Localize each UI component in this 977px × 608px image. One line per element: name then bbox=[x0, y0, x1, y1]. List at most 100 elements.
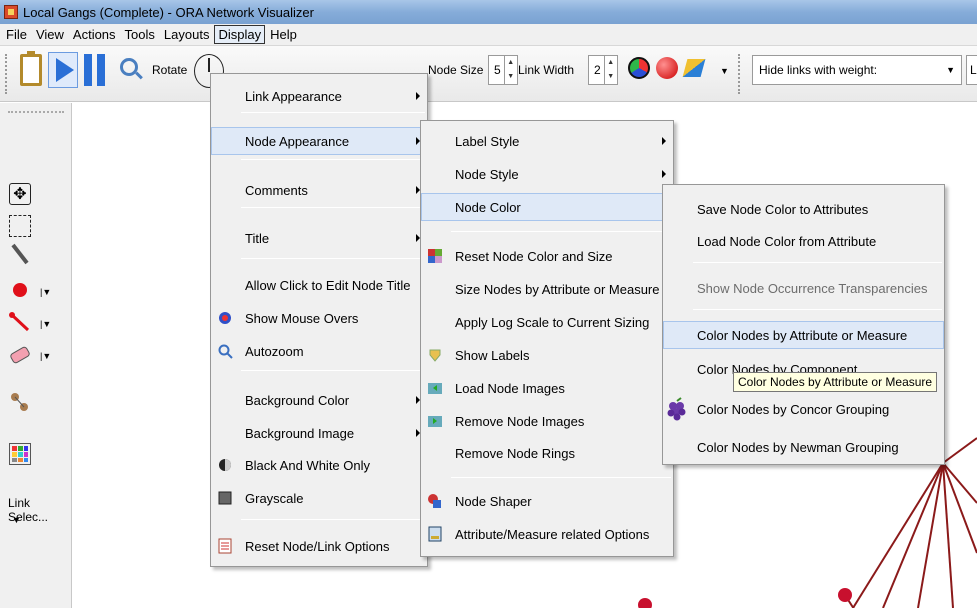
node-size-stepper[interactable]: 5 ▲ ▼ bbox=[488, 55, 518, 85]
tool-palette: ✥ |▼ |▼ |▼ Link Selec... ▼ bbox=[0, 103, 72, 608]
menu-item-label: Color Nodes by Concor Grouping bbox=[697, 401, 890, 417]
pause-icon[interactable] bbox=[84, 54, 108, 86]
chevron-down-icon[interactable]: ▼ bbox=[12, 515, 21, 525]
play-icon[interactable] bbox=[48, 52, 78, 88]
menu-item-node-appearance[interactable]: Node Appearance bbox=[211, 127, 427, 155]
palette-grip[interactable] bbox=[8, 111, 64, 113]
menu-item-label: Label Style bbox=[455, 133, 520, 149]
menu-item-load-node-color[interactable]: Load Node Color from Attribute bbox=[663, 227, 944, 255]
menu-item-size-nodes[interactable]: Size Nodes by Attribute or Measure bbox=[421, 275, 673, 303]
menu-item-label: Node Style bbox=[455, 166, 519, 182]
menu-item-label: Color Nodes by Newman Grouping bbox=[697, 439, 899, 455]
move-icon[interactable]: ✥ bbox=[9, 183, 31, 205]
menu-item-show-transparencies: Show Node Occurrence Transparencies bbox=[663, 274, 944, 302]
extra-combo[interactable]: L bbox=[966, 55, 977, 85]
menu-item-label: Link Appearance bbox=[245, 88, 342, 104]
menu-item-show-mouse-overs[interactable]: Show Mouse Overs bbox=[211, 304, 427, 332]
menu-item-label: Remove Node Images bbox=[455, 413, 585, 429]
color-wheel-icon[interactable] bbox=[628, 57, 650, 79]
node-shaper-icon bbox=[428, 494, 441, 508]
menu-item-autozoom[interactable]: Autozoom bbox=[211, 337, 427, 365]
menu-item-remove-images[interactable]: Remove Node Images bbox=[421, 407, 673, 435]
link-width-value: 2 bbox=[594, 63, 601, 77]
toolbar: Rotate Node Size 5 ▲ ▼ Link Width 2 ▲ ▼ ▼ … bbox=[0, 46, 977, 102]
menu-item-label: Comments bbox=[245, 182, 308, 198]
attribute-options-icon bbox=[428, 526, 442, 542]
graph-link bbox=[942, 437, 977, 464]
menu-item-log-scale[interactable]: Apply Log Scale to Current Sizing bbox=[421, 308, 673, 336]
menu-display[interactable]: Display bbox=[214, 25, 266, 44]
menu-help[interactable]: Help bbox=[266, 25, 301, 44]
menu-item-label: Title bbox=[245, 230, 270, 246]
menu-item-color-by-attribute[interactable]: Color Nodes by Attribute or Measure bbox=[663, 321, 944, 349]
hide-links-combo[interactable]: Hide links with weight: ▼ bbox=[752, 55, 962, 85]
chevron-down-icon[interactable]: |▼ bbox=[40, 287, 51, 297]
remove-images-icon bbox=[428, 416, 442, 427]
node-size-value: 5 bbox=[494, 63, 501, 77]
marquee-select-icon[interactable] bbox=[9, 215, 31, 237]
stepper-up-icon[interactable]: ▲ bbox=[605, 56, 617, 70]
menu-actions[interactable]: Actions bbox=[69, 25, 120, 44]
stepper-up-icon[interactable]: ▲ bbox=[505, 56, 517, 70]
autozoom-icon bbox=[218, 344, 233, 359]
menu-layouts[interactable]: Layouts bbox=[160, 25, 214, 44]
menu-item-save-node-color[interactable]: Save Node Color to Attributes bbox=[663, 195, 944, 223]
menu-item-color-by-concor[interactable]: Color Nodes by Concor Grouping bbox=[663, 395, 944, 423]
menu-item-link-appearance[interactable]: Link Appearance bbox=[211, 82, 427, 110]
node-color-icon[interactable] bbox=[656, 57, 678, 79]
menu-item-reset-node-color[interactable]: Reset Node Color and Size bbox=[421, 242, 673, 270]
stepper-down-icon[interactable]: ▼ bbox=[505, 70, 517, 84]
menu-item-node-color[interactable]: Node Color bbox=[421, 193, 673, 221]
chevron-down-icon[interactable]: |▼ bbox=[40, 351, 51, 361]
window-title: Local Gangs (Complete) - ORA Network Vis… bbox=[23, 4, 314, 20]
chevron-down-icon[interactable]: ▼ bbox=[720, 66, 729, 76]
menu-view[interactable]: View bbox=[32, 25, 68, 44]
menu-item-label: Background Color bbox=[245, 392, 350, 408]
mouse-over-icon bbox=[219, 312, 231, 324]
menu-item-black-white[interactable]: Black And White Only bbox=[211, 451, 427, 479]
add-node-icon[interactable] bbox=[9, 279, 31, 301]
menu-item-title[interactable]: Title bbox=[211, 224, 427, 252]
menu-item-node-style[interactable]: Node Style bbox=[421, 160, 673, 188]
grid-icon[interactable] bbox=[9, 443, 31, 465]
menu-item-label: Load Node Color from Attribute bbox=[697, 233, 877, 249]
node-pair-icon[interactable] bbox=[9, 391, 31, 413]
title-bar: Local Gangs (Complete) - ORA Network Vis… bbox=[0, 0, 977, 24]
toolbar-grip[interactable] bbox=[738, 54, 742, 94]
menu-item-background-color[interactable]: Background Color bbox=[211, 386, 427, 414]
menu-item-color-by-newman[interactable]: Color Nodes by Newman Grouping bbox=[663, 433, 944, 461]
menu-item-grayscale[interactable]: Grayscale bbox=[211, 484, 427, 512]
pen-tool-icon[interactable] bbox=[9, 243, 31, 265]
menu-bar: File View Actions Tools Layouts Display … bbox=[0, 24, 977, 46]
toolbar-grip[interactable] bbox=[5, 54, 9, 94]
menu-item-node-shaper[interactable]: Node Shaper bbox=[421, 487, 673, 515]
menu-tools[interactable]: Tools bbox=[121, 25, 159, 44]
graph-link bbox=[942, 462, 977, 504]
pencil-icon[interactable] bbox=[682, 59, 706, 77]
menu-file[interactable]: File bbox=[2, 25, 31, 44]
menu-item-background-image[interactable]: Background Image bbox=[211, 419, 427, 447]
stepper-down-icon[interactable]: ▼ bbox=[605, 70, 617, 84]
eraser-icon[interactable] bbox=[9, 343, 31, 365]
chevron-down-icon[interactable]: |▼ bbox=[40, 319, 51, 329]
menu-item-label-style[interactable]: Label Style bbox=[421, 127, 673, 155]
load-images-icon bbox=[428, 383, 442, 394]
black-white-icon bbox=[219, 459, 231, 471]
menu-item-allow-click-edit[interactable]: Allow Click to Edit Node Title bbox=[211, 271, 427, 299]
menu-item-load-images[interactable]: Load Node Images bbox=[421, 374, 673, 402]
submenu-arrow-icon bbox=[416, 92, 420, 100]
zoom-icon[interactable] bbox=[120, 58, 138, 76]
add-link-icon[interactable] bbox=[9, 311, 31, 333]
menu-item-show-labels[interactable]: Show Labels bbox=[421, 341, 673, 369]
menu-item-label: Apply Log Scale to Current Sizing bbox=[455, 314, 650, 330]
clipboard-icon[interactable] bbox=[20, 51, 42, 86]
menu-item-label: Save Node Color to Attributes bbox=[697, 201, 869, 217]
menu-item-comments[interactable]: Comments bbox=[211, 176, 427, 204]
menu-item-label: Node Color bbox=[455, 199, 521, 215]
menu-item-remove-rings[interactable]: Remove Node Rings bbox=[421, 439, 673, 467]
submenu-arrow-icon bbox=[662, 137, 666, 145]
link-width-stepper[interactable]: 2 ▲ ▼ bbox=[588, 55, 618, 85]
menu-item-reset-options[interactable]: Reset Node/Link Options bbox=[211, 532, 427, 560]
menu-item-attribute-options[interactable]: Attribute/Measure related Options bbox=[421, 520, 673, 548]
menu-item-label: Attribute/Measure related Options bbox=[455, 526, 650, 542]
